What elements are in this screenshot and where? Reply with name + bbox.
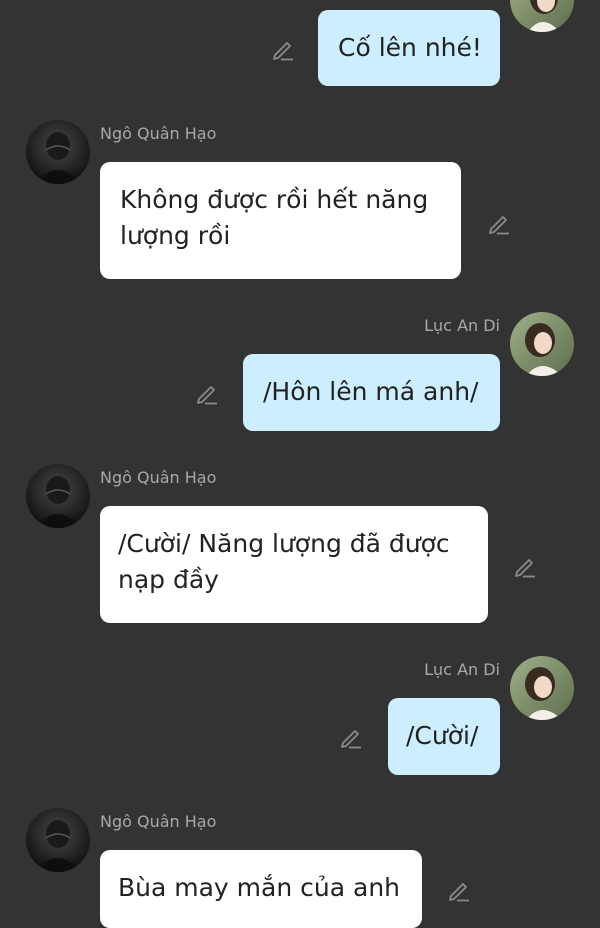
avatar-luc-an-di[interactable]	[510, 312, 574, 376]
avatar-luc-an-di[interactable]	[510, 0, 574, 32]
pencil-icon	[273, 42, 293, 61]
avatar-luc-an-di[interactable]	[510, 656, 574, 720]
edit-message-3-button[interactable]	[512, 553, 538, 579]
message-text-line-1: Không được rồi hết năng	[120, 185, 429, 214]
avatar-ngo-quan-hao[interactable]	[26, 120, 90, 184]
pencil-icon	[489, 216, 509, 235]
message-bubble-incoming[interactable]: /Cười/ Năng lượng đã được nạp đầy	[100, 506, 488, 623]
message-text-line-2: nạp đầy	[118, 565, 219, 594]
sender-name: Ngô Quân Hạo	[100, 124, 217, 143]
message-bubble-outgoing[interactable]: /Hôn lên má anh/	[243, 354, 500, 431]
message-text-line-1: /Cười/ Năng lượng đã được	[118, 529, 450, 558]
avatar-ngo-quan-hao[interactable]	[26, 464, 90, 528]
edit-message-4-button[interactable]	[338, 724, 364, 750]
message-bubble-incoming[interactable]: Không được rồi hết năng lượng rồi	[100, 162, 461, 279]
edit-message-2-button[interactable]	[194, 380, 220, 406]
message-text-line-2: lượng rồi	[120, 221, 231, 250]
message-bubble-outgoing[interactable]: Cố lên nhé!	[318, 10, 500, 86]
message-text: /Cười/	[406, 721, 479, 750]
message-text: /Hôn lên má anh/	[263, 377, 479, 406]
pencil-icon	[449, 883, 469, 902]
edit-message-0-button[interactable]	[270, 36, 296, 62]
sender-name: Ngô Quân Hạo	[100, 812, 217, 831]
pencil-icon	[515, 559, 535, 578]
pencil-icon	[341, 730, 361, 749]
sender-name: Lục An Di	[424, 316, 500, 335]
message-text: Bùa may mắn của anh	[118, 873, 401, 902]
sender-name: Ngô Quân Hạo	[100, 468, 217, 487]
message-text: Cố lên nhé!	[338, 33, 482, 62]
sender-name: Lục An Di	[424, 660, 500, 679]
message-bubble-outgoing[interactable]: /Cười/	[388, 698, 500, 775]
edit-message-1-button[interactable]	[486, 210, 512, 236]
message-bubble-incoming[interactable]: Bùa may mắn của anh	[100, 850, 422, 928]
avatar-ngo-quan-hao[interactable]	[26, 808, 90, 872]
edit-message-5-button[interactable]	[446, 877, 472, 903]
pencil-icon	[197, 386, 217, 405]
